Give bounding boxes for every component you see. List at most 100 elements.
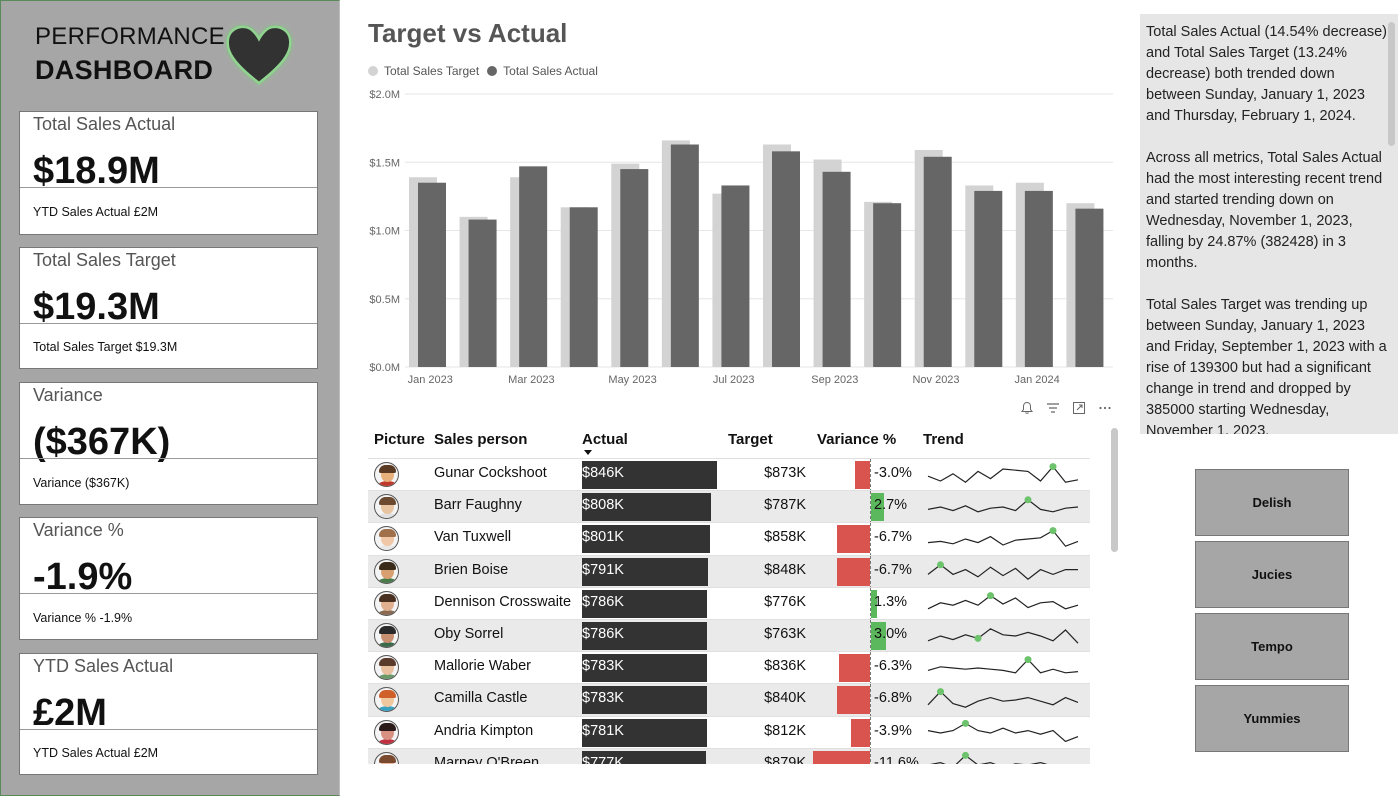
trend-sparkline <box>928 751 1049 764</box>
sparkline-path <box>927 691 1079 709</box>
table-row[interactable]: Dennison Crosswaite $786K $776K 1.3% <box>368 586 1090 621</box>
trend-sparkline <box>927 527 1079 548</box>
sparkline-path <box>927 594 1079 610</box>
actual-value: $783K <box>582 690 624 707</box>
sparkline-path <box>927 722 1079 742</box>
variance-value: -11.6% <box>874 754 919 764</box>
actual-value: $777K <box>582 754 624 764</box>
chart-legend: Total Sales Target Total Sales Actual <box>368 64 598 78</box>
variance-data-bar <box>836 686 870 715</box>
kpi-title: Variance % <box>33 520 124 540</box>
bar-actual <box>468 219 497 367</box>
actual-value: $786K <box>582 593 624 610</box>
target-value: $776K <box>764 593 806 610</box>
variance-value: -3.9% <box>874 722 912 739</box>
bar-actual <box>822 171 851 367</box>
table-body: Gunar Cockshoot $846K $873K -3.0% Barr Faugh… <box>368 458 1090 764</box>
kpi-card-ytd-sales-actual: YTD Sales Actual £2M YTD Sales Actual £2… <box>19 653 318 775</box>
table-row[interactable]: Camilla Castle $783K $840K -6.8% <box>368 683 1090 718</box>
actual-value: $783K <box>582 658 624 675</box>
variance-data-bar <box>837 557 870 586</box>
sales-person-name: Brien Boise <box>434 561 509 578</box>
variance-value: -6.7% <box>874 561 912 578</box>
y-tick-label: $0.0M <box>369 362 400 374</box>
kpi-card-total-sales-actual: Total Sales Actual $18.9M YTD Sales Actu… <box>19 111 318 235</box>
actual-value: $791K <box>582 561 624 578</box>
trend-sparkline <box>927 560 1078 580</box>
target-value: $873K <box>764 465 806 481</box>
table-row[interactable]: Barr Faughny $808K $787K 2.7% <box>368 490 1090 525</box>
target-vs-actual-chart: $0.0M $0.5M $1.0M $1.5M $2.0M Jan 2023 Mar 202… <box>369 89 1113 386</box>
header-picture[interactable]: Picture <box>374 431 425 448</box>
header-target[interactable]: Target <box>728 431 773 448</box>
table-row[interactable]: Andria Kimpton $781K $812K -3.9% <box>368 715 1090 750</box>
brand-line2: DASHBOARD <box>35 55 214 85</box>
bar-actual <box>418 182 446 367</box>
visual-header-icons <box>1020 401 1112 415</box>
avatar <box>374 655 399 681</box>
sales-person-name: Andria Kimpton <box>434 722 534 739</box>
filter-icon[interactable] <box>1046 401 1060 415</box>
target-value: $787K <box>764 497 806 514</box>
sparkline-path <box>927 628 1079 644</box>
sparkline-path <box>928 754 1049 764</box>
target-value: $840K <box>764 690 806 707</box>
trend-sparkline <box>927 496 1079 513</box>
bar-actual <box>721 185 750 367</box>
sparkline-peak-marker <box>1049 527 1057 535</box>
sales-person-name: Dennison Crosswaite <box>434 593 572 610</box>
kpi-title: Total Sales Target <box>33 250 176 270</box>
more-options-icon[interactable] <box>1098 401 1112 415</box>
slicer-button-tempo[interactable]: Tempo <box>1195 613 1349 680</box>
target-value: $858K <box>764 529 806 546</box>
target-value: $848K <box>764 561 806 578</box>
bar-actual <box>1024 190 1053 367</box>
header-trend[interactable]: Trend <box>923 431 964 448</box>
variance-data-bar <box>837 525 870 554</box>
variance-data-bar <box>813 750 870 764</box>
actual-value: $786K <box>582 625 624 642</box>
bar-actual <box>974 190 1003 367</box>
bar-actual <box>620 169 649 367</box>
table-scrollbar[interactable] <box>1111 428 1118 552</box>
table-row[interactable]: Gunar Cockshoot $846K $873K -3.0% <box>368 458 1090 492</box>
actual-value: $801K <box>582 529 624 546</box>
heart-icon <box>226 25 292 85</box>
x-tick-label: Nov 2023 <box>912 374 959 386</box>
header-variance-percent[interactable]: Variance % <box>817 431 896 448</box>
kpi-subtitle: YTD Sales Actual £2M <box>33 746 159 760</box>
legend-label-target: Total Sales Target <box>384 64 480 78</box>
table-row[interactable]: Oby Sorrel $786K $763K 3.0% <box>368 618 1090 653</box>
narrative-scrollbar[interactable] <box>1388 22 1395 146</box>
header-actual[interactable]: Actual <box>582 431 628 448</box>
table-row[interactable]: Marney O'Breen $777K $879K -11.6% <box>368 747 1090 764</box>
legend-swatch-actual <box>487 66 498 76</box>
sales-person-name: Van Tuxwell <box>434 529 512 546</box>
focus-mode-icon[interactable] <box>1072 401 1086 415</box>
kpi-subtitle: Variance % -1.9% <box>33 611 133 625</box>
bar-actual <box>670 144 699 367</box>
bell-icon[interactable] <box>1020 401 1034 415</box>
slicer-button-yummies[interactable]: Yummies <box>1195 685 1349 752</box>
bar-actual <box>1075 208 1104 367</box>
x-tick-label: Jan 2024 <box>1015 374 1060 386</box>
trend-sparkline <box>927 656 1079 674</box>
table-row[interactable]: Brien Boise $791K $848K -6.7% <box>368 554 1090 589</box>
slicer-button-delish[interactable]: Delish <box>1195 469 1349 536</box>
avatar <box>374 462 399 487</box>
table-row[interactable]: Mallorie Waber $783K $836K -6.3% <box>368 651 1090 686</box>
x-tick-label: Jul 2023 <box>713 374 755 386</box>
sales-person-name: Barr Faughny <box>434 497 522 514</box>
narrative-paragraph: Across all metrics, Total Sales Actual h… <box>1146 150 1383 271</box>
variance-value: 1.3% <box>874 593 908 610</box>
slicer-button-jucies[interactable]: Jucies <box>1195 541 1349 608</box>
trend-sparkline <box>927 688 1079 709</box>
bar-actual <box>923 156 952 367</box>
variance-data-bar <box>855 461 870 489</box>
sparkline-path <box>927 499 1079 513</box>
sparkline-peak-marker <box>1049 463 1057 471</box>
table-row[interactable]: Van Tuxwell $801K $858K -6.7% <box>368 522 1090 557</box>
sparkline-peak-marker <box>962 751 969 759</box>
kpi-title: Total Sales Actual <box>33 114 176 134</box>
header-sales-person[interactable]: Sales person <box>434 431 527 448</box>
